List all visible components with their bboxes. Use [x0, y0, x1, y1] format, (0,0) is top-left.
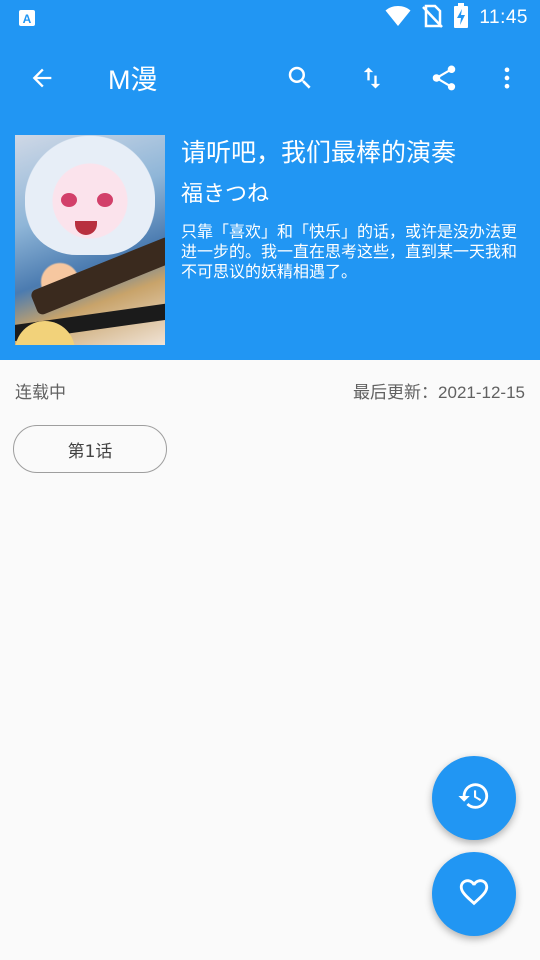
comic-author: 福きつね: [181, 182, 270, 207]
share-icon[interactable]: [420, 54, 468, 102]
battery-charging-icon: [453, 3, 469, 33]
status-time: 11:45: [479, 7, 528, 28]
app-notification-icon: A: [18, 9, 36, 27]
comic-title: 请听吧，我们最棒的演奏: [181, 138, 457, 167]
no-sim-icon: [421, 4, 444, 32]
favorite-icon: [457, 875, 491, 913]
comic-description: 只靠「喜欢」和「快乐」的话，或许是没办法更进一步的。我一直在思考这些，直到某一天…: [181, 222, 518, 281]
comic-meta: 连载中 最后更新：2021-12-15: [0, 360, 540, 416]
comic-cover-image: [15, 135, 165, 345]
comic-header: 请听吧，我们最棒的演奏 福きつね 只靠「喜欢」和「快乐」的话，或许是没办法更进一…: [0, 120, 540, 360]
history-button[interactable]: [432, 756, 516, 840]
history-icon: [457, 779, 491, 817]
favorite-button[interactable]: [432, 852, 516, 936]
sort-icon[interactable]: [348, 54, 396, 102]
app-bar: M漫: [0, 36, 540, 120]
serial-status: 连载中: [15, 383, 66, 403]
chapter-button[interactable]: 第1话: [13, 425, 167, 473]
more-vert-icon[interactable]: [483, 54, 531, 102]
app-title: M漫: [108, 65, 158, 95]
svg-text:A: A: [23, 12, 32, 26]
comic-info: 请听吧，我们最棒的演奏 福きつね 只靠「喜欢」和「快乐」的话，或许是没办法更进一…: [181, 136, 527, 282]
status-bar: A 11:45: [0, 0, 540, 36]
wifi-icon: [385, 5, 411, 31]
search-icon[interactable]: [276, 54, 324, 102]
back-icon[interactable]: [18, 54, 66, 102]
last-update: 最后更新：2021-12-15: [353, 383, 525, 402]
